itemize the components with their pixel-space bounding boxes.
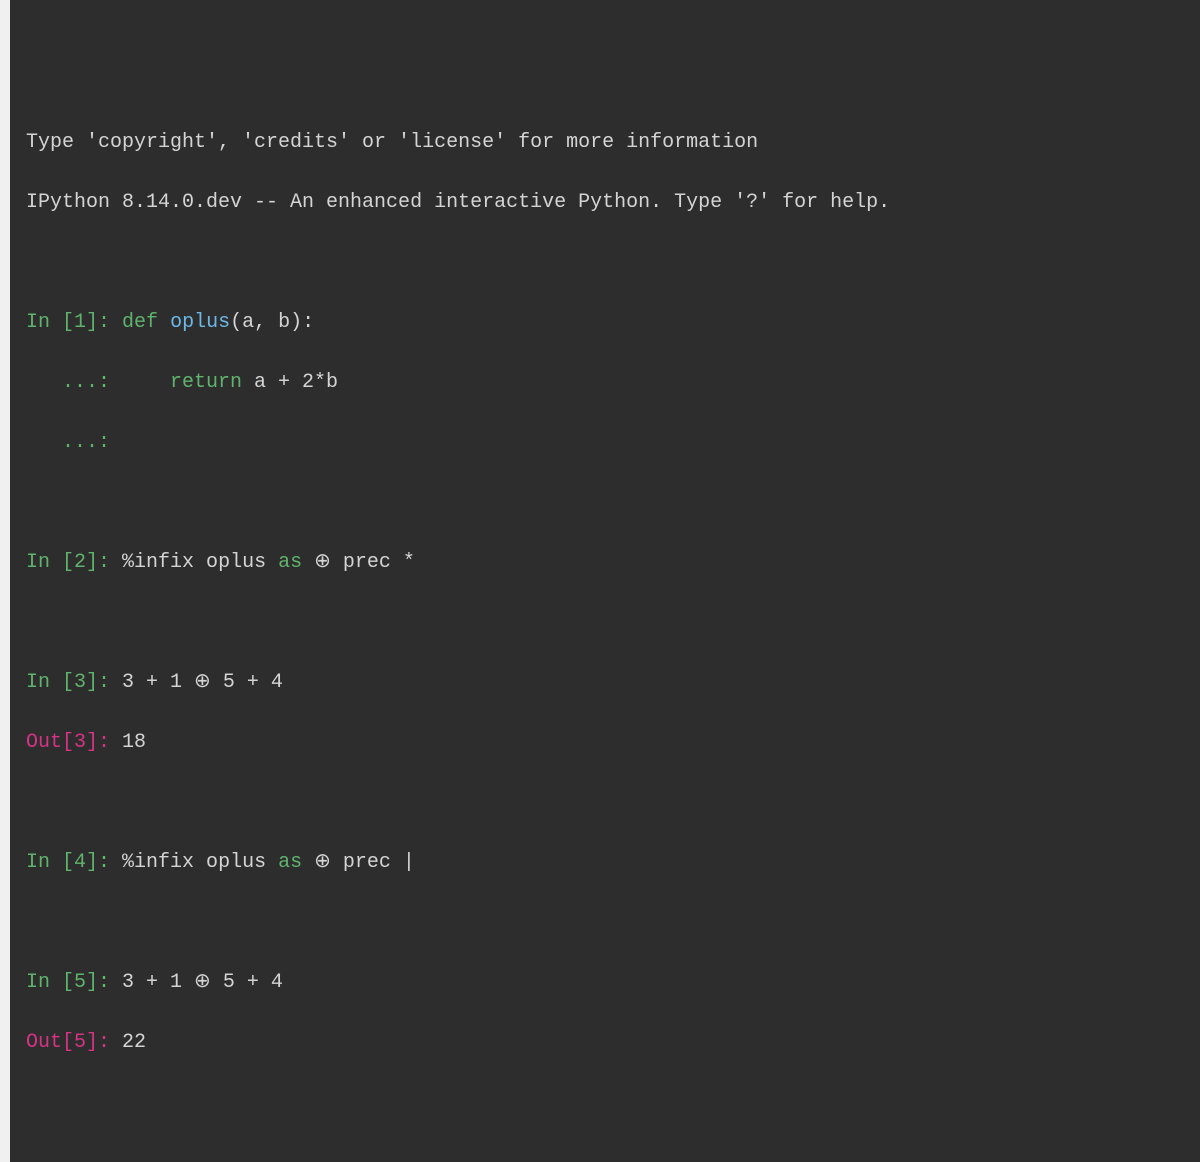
magic-command: %infix oplus (122, 851, 278, 874)
expression: 3 + 1 ⊕ 5 + 4 (122, 971, 283, 994)
terminal-header-line-1: Type 'copyright', 'credits' or 'license'… (26, 128, 1184, 158)
in-prompt-number: 4 (74, 851, 86, 874)
out-prompt-number: 3 (74, 731, 86, 754)
blank-line (26, 608, 1184, 638)
keyword-def: def (122, 311, 158, 334)
cell-5-output: Out[5]: 22 (26, 1028, 1184, 1058)
in-prompt: In [ (26, 671, 74, 694)
in-prompt-close: ]: (86, 971, 122, 994)
keyword-as: as (278, 551, 302, 574)
in-prompt-close: ]: (86, 311, 122, 334)
out-prompt-number: 5 (74, 1031, 86, 1054)
function-name: oplus (170, 311, 230, 334)
keyword-return: return (170, 371, 242, 394)
in-prompt-number: 2 (74, 551, 86, 574)
cell-5-input[interactable]: In [5]: 3 + 1 ⊕ 5 + 4 (26, 968, 1184, 998)
space (158, 311, 170, 334)
cell-1-input-line-1[interactable]: In [1]: def oplus(a, b): (26, 308, 1184, 338)
keyword-as: as (278, 851, 302, 874)
expression: 3 + 1 ⊕ 5 + 4 (122, 671, 283, 694)
in-prompt: In [ (26, 851, 74, 874)
in-prompt-close: ]: (86, 671, 122, 694)
out-prompt-close: ]: (86, 1031, 122, 1054)
continuation-prompt: ...: (26, 371, 122, 394)
return-expression: a + 2*b (242, 371, 338, 394)
out-prompt: Out[ (26, 731, 74, 754)
out-prompt-close: ]: (86, 731, 122, 754)
output-result: 18 (122, 731, 146, 754)
blank-line (26, 788, 1184, 818)
cell-1-input-line-3[interactable]: ...: (26, 428, 1184, 458)
cell-2-input[interactable]: In [2]: %infix oplus as ⊕ prec * (26, 548, 1184, 578)
in-prompt-number: 5 (74, 971, 86, 994)
function-params: (a, b): (230, 311, 314, 334)
header-text-1: Type 'copyright', 'credits' or 'license'… (26, 131, 758, 154)
blank-line (26, 248, 1184, 278)
in-prompt-number: 1 (74, 311, 86, 334)
blank-line (26, 908, 1184, 938)
cell-1-input-line-2[interactable]: ...: return a + 2*b (26, 368, 1184, 398)
magic-rest: ⊕ prec * (302, 551, 415, 574)
indent (122, 371, 170, 394)
cell-3-input[interactable]: In [3]: 3 + 1 ⊕ 5 + 4 (26, 668, 1184, 698)
magic-command: %infix oplus (122, 551, 278, 574)
magic-rest: ⊕ prec | (302, 851, 415, 874)
in-prompt-number: 3 (74, 671, 86, 694)
in-prompt: In [ (26, 311, 74, 334)
in-prompt: In [ (26, 551, 74, 574)
blank-line (26, 488, 1184, 518)
terminal-header-line-2: IPython 8.14.0.dev -- An enhanced intera… (26, 188, 1184, 218)
output-result: 22 (122, 1031, 146, 1054)
out-prompt: Out[ (26, 1031, 74, 1054)
cell-3-output: Out[3]: 18 (26, 728, 1184, 758)
header-text-2: IPython 8.14.0.dev -- An enhanced intera… (26, 191, 890, 214)
in-prompt: In [ (26, 971, 74, 994)
cell-4-input[interactable]: In [4]: %infix oplus as ⊕ prec | (26, 848, 1184, 878)
continuation-prompt: ...: (26, 431, 122, 454)
in-prompt-close: ]: (86, 851, 122, 874)
in-prompt-close: ]: (86, 551, 122, 574)
